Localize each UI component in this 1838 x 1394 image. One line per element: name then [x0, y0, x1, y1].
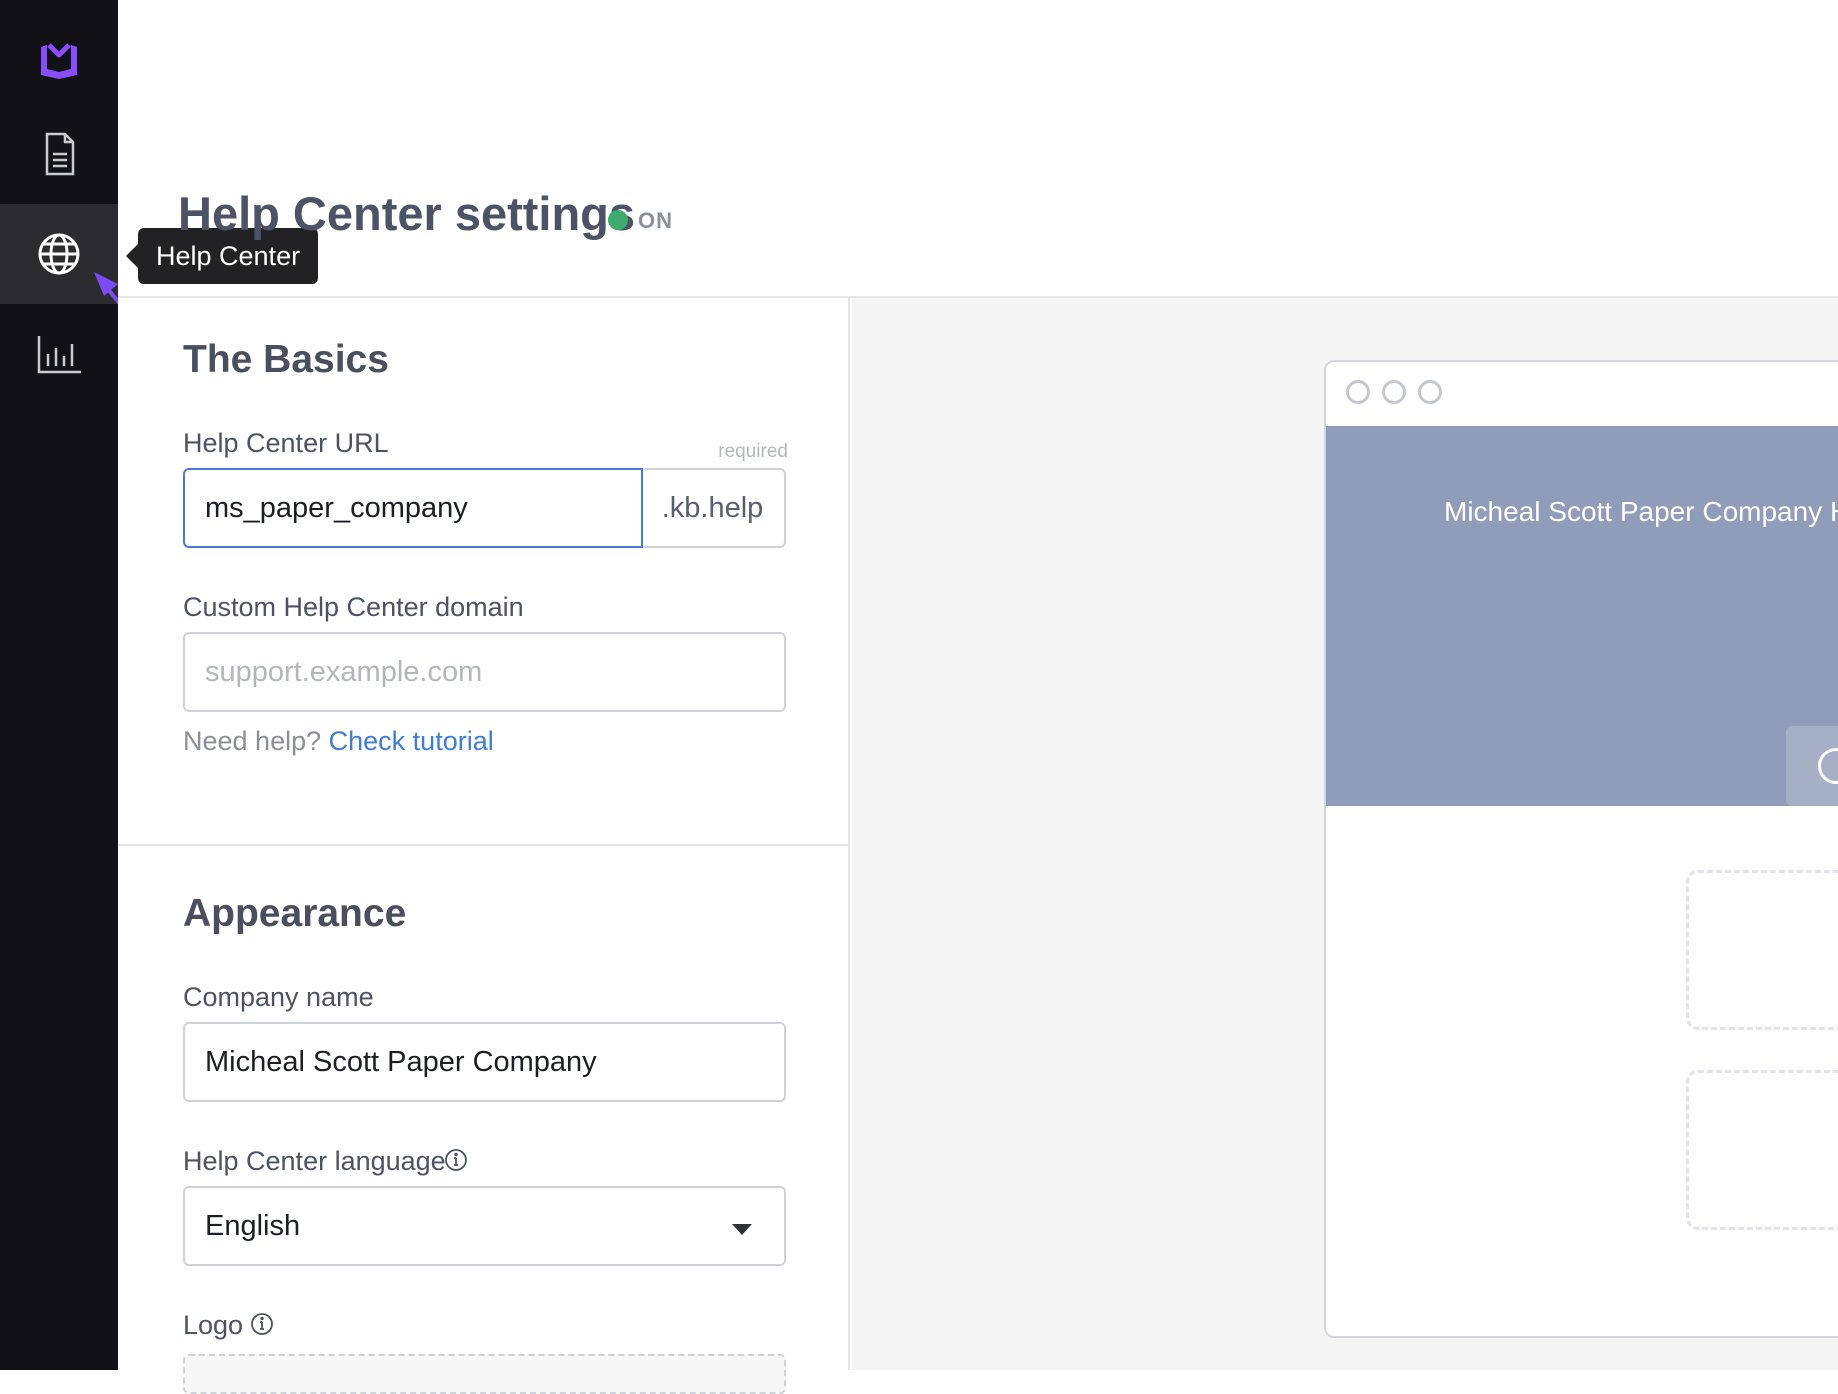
search-icon — [1818, 748, 1838, 784]
logo-upload-area[interactable] — [183, 1354, 786, 1394]
help-center-url-label: Help Center URL — [183, 428, 389, 458]
check-tutorial-link[interactable]: Check tutorial — [329, 726, 494, 756]
section-divider — [118, 844, 850, 846]
status-indicator — [608, 210, 628, 230]
language-select[interactable]: English — [183, 1186, 786, 1266]
language-label: Help Center language — [183, 1146, 446, 1176]
appearance-section-title: Appearance — [183, 892, 407, 935]
help-center-preview: Micheal Scott Paper Company H — [1324, 360, 1838, 1338]
preview-search-box — [1786, 726, 1838, 806]
company-name-input[interactable]: Micheal Scott Paper Company — [183, 1022, 786, 1102]
book-logo-icon — [41, 43, 77, 79]
info-icon[interactable] — [444, 1148, 468, 1172]
info-icon[interactable] — [250, 1312, 274, 1336]
page-title: Help Center settings — [178, 187, 636, 240]
preview-card-placeholder — [1686, 870, 1838, 1030]
document-icon — [45, 132, 75, 176]
logo-label: Logo — [183, 1310, 244, 1340]
bar-chart-icon — [37, 336, 81, 374]
custom-domain-label: Custom Help Center domain — [183, 592, 524, 622]
app-logo[interactable] — [0, 0, 118, 118]
required-tag: required — [718, 441, 788, 462]
url-suffix: .kb.help — [641, 468, 786, 548]
sidebar-item-articles[interactable] — [0, 104, 118, 204]
window-dot — [1346, 380, 1370, 404]
company-name-label: Company name — [183, 982, 374, 1012]
help-text-prefix: Need help? — [183, 726, 322, 756]
preview-hero-title: Micheal Scott Paper Company H — [1444, 496, 1838, 527]
preview-card-placeholder — [1686, 1070, 1838, 1230]
basics-section-title: The Basics — [183, 338, 389, 381]
chevron-down-icon — [732, 1224, 752, 1235]
globe-icon — [38, 233, 80, 275]
window-dot — [1418, 380, 1442, 404]
help-text: Need help? Check tutorial — [183, 726, 494, 757]
status-label: ON — [638, 208, 673, 233]
custom-domain-input[interactable]: support.example.com — [183, 632, 786, 712]
help-center-url-input[interactable]: ms_paper_company — [183, 468, 643, 548]
window-dot — [1382, 380, 1406, 404]
preview-hero: Micheal Scott Paper Company H — [1326, 426, 1838, 806]
sidebar — [0, 0, 118, 1370]
